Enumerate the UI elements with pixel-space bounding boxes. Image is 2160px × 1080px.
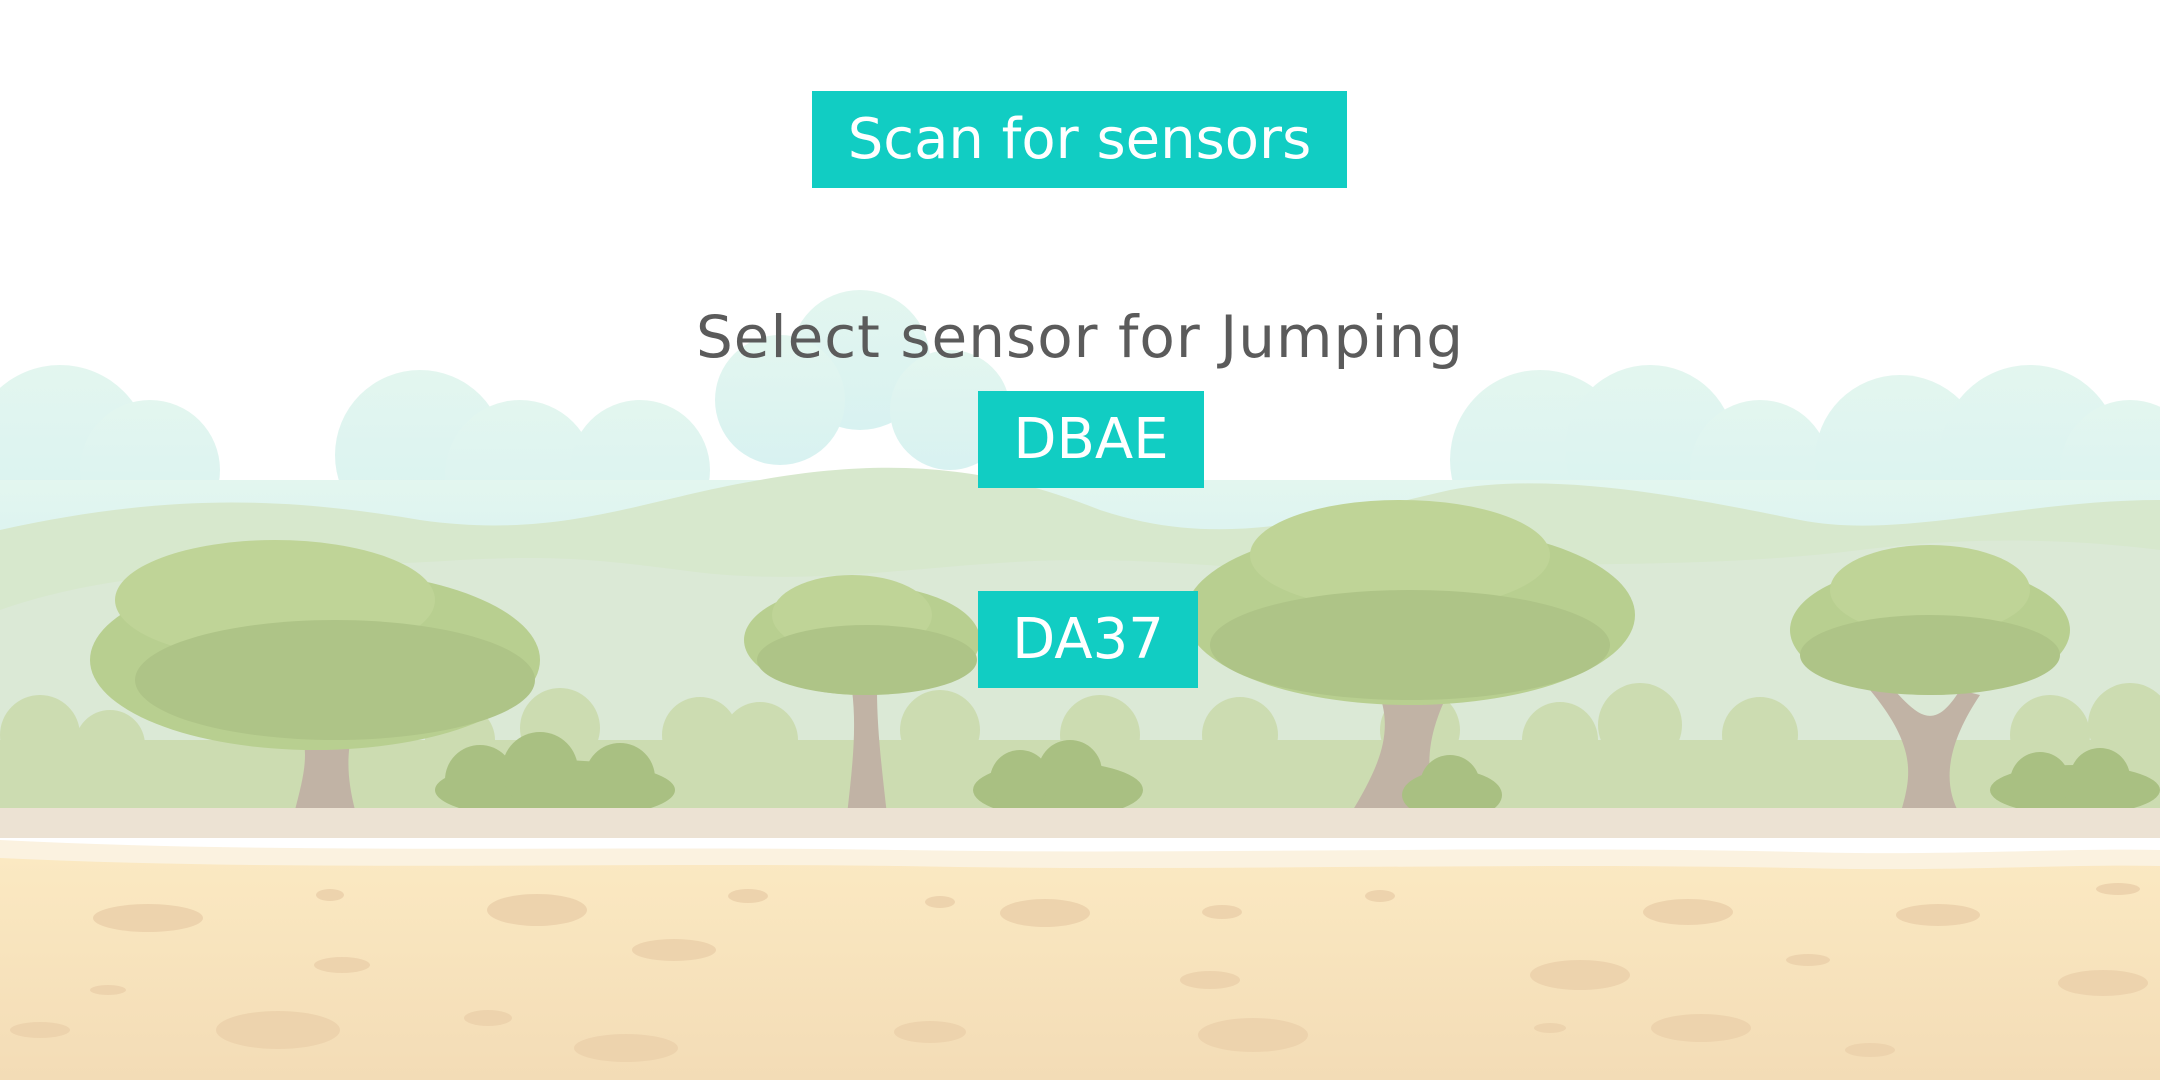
path-band xyxy=(0,808,2160,838)
sensor-option-button[interactable]: DBAE xyxy=(978,391,1204,488)
scan-for-sensors-button[interactable]: Scan for sensors xyxy=(812,91,1347,188)
select-sensor-heading: Select sensor for Jumping xyxy=(695,303,1465,371)
sensor-option-button[interactable]: DA37 xyxy=(978,591,1198,688)
